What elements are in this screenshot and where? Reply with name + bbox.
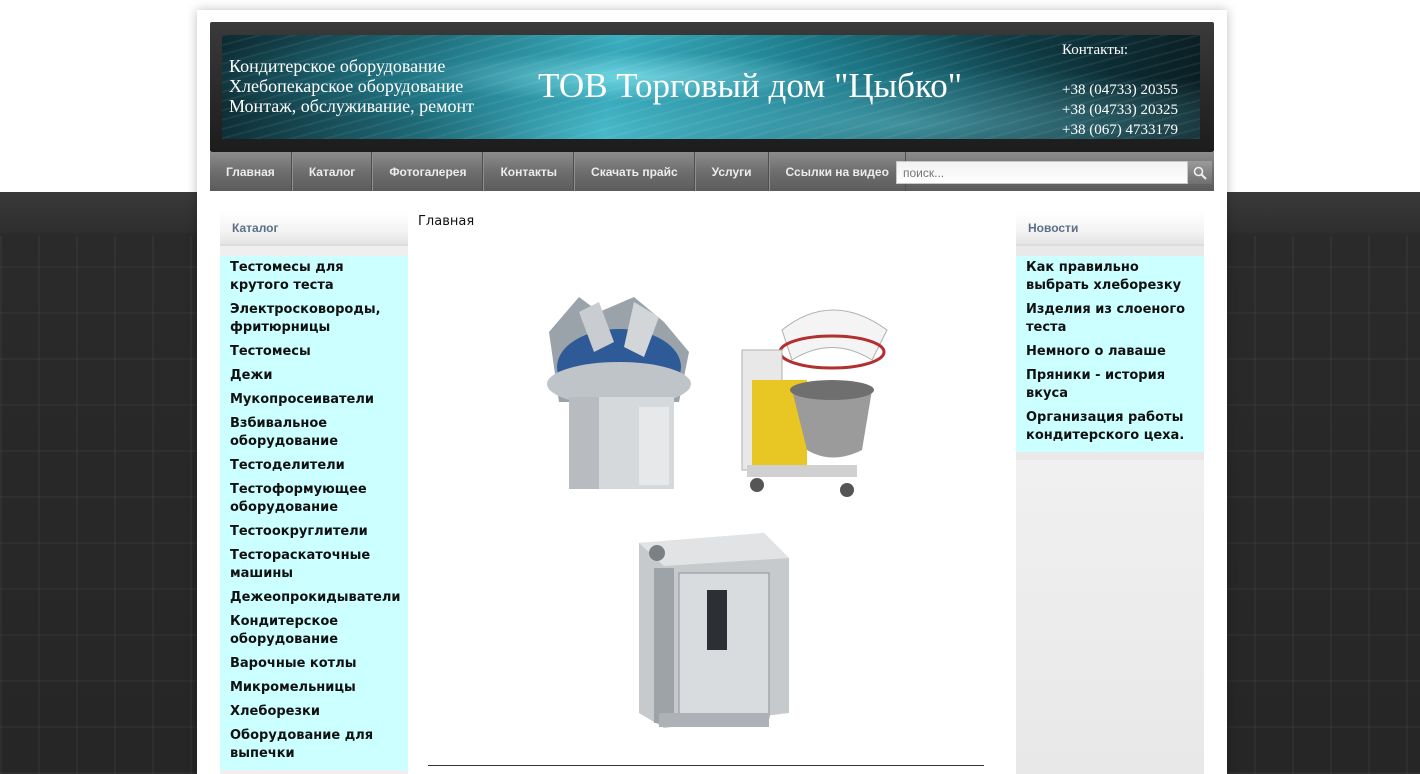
search-input[interactable]	[896, 161, 1188, 184]
catalog-item[interactable]: Тестомесы для крутого теста	[220, 256, 408, 298]
content-divider	[428, 765, 984, 766]
catalog-item[interactable]: Тестомесы	[220, 340, 408, 364]
catalog-item[interactable]: Варочные котлы	[220, 652, 408, 676]
dough-rounder-image	[547, 297, 691, 489]
catalog-item[interactable]: Электросковороды, фритюрницы	[220, 298, 408, 340]
tagline-line: Кондитерское оборудование	[229, 56, 446, 76]
news-item[interactable]: Организация работы кондитерского цеха.	[1016, 406, 1204, 448]
catalog-item[interactable]: Оборудование для выпечки	[220, 724, 408, 766]
catalog-item[interactable]: Тестоокруглители	[220, 520, 408, 544]
header-tagline: Кондитерское оборудование Хлебопекарское…	[229, 56, 529, 116]
catalog-item[interactable]: Хлеборезки	[220, 700, 408, 724]
nav-item-download-price[interactable]: Скачать прайс	[574, 152, 695, 191]
spiral-mixer-image	[741, 309, 888, 497]
contacts-title: Контакты:	[1062, 42, 1129, 58]
tagline-line: Хлебопекарское оборудование	[229, 76, 464, 96]
catalog-item[interactable]: Дежи	[220, 364, 408, 388]
rack-oven-image	[639, 533, 789, 728]
catalog-heading: Каталог	[220, 212, 408, 246]
news-item[interactable]: Как правильно выбрать хлеборезку	[1016, 256, 1204, 298]
catalog-item[interactable]: Кондитерское оборудование	[220, 610, 408, 652]
magnifier-icon	[1193, 166, 1207, 180]
nav-item-catalog[interactable]: Каталог	[291, 152, 373, 191]
nav-item-gallery[interactable]: Фотогалерея	[372, 152, 484, 191]
catalog-menu: Тестомесы для крутого теста Электросково…	[220, 256, 408, 770]
catalog-item[interactable]: Тестоформующее оборудование	[220, 478, 408, 520]
news-heading: Новости	[1016, 212, 1204, 246]
news-list: Как правильно выбрать хлеборезку Изделия…	[1016, 256, 1204, 452]
main-content: Главная	[417, 212, 1006, 774]
catalog-item[interactable]: Дежеопрокидыватели	[220, 586, 408, 610]
contact-phone: +38 (04733) 20325	[1062, 102, 1178, 118]
breadcrumb: Главная	[418, 214, 475, 229]
nav-item-home[interactable]: Главная	[210, 152, 292, 191]
tagline-line: Монтаж, обслуживание, ремонт	[229, 96, 475, 116]
nav-item-contacts[interactable]: Контакты	[483, 152, 575, 191]
search-box	[896, 161, 1212, 184]
news-item[interactable]: Немного о лаваше	[1016, 340, 1204, 364]
catalog-item[interactable]: Взбивальное оборудование	[220, 412, 408, 454]
contact-phone: +38 (067) 4733179	[1062, 122, 1178, 138]
catalog-item[interactable]: Микромельницы	[220, 676, 408, 700]
site-title: ТОВ Торговый дом "Цыбко"	[538, 66, 962, 105]
news-item[interactable]: Изделия из слоеного теста	[1016, 298, 1204, 340]
catalog-item[interactable]: Тестораскаточные машины	[220, 544, 408, 586]
right-panel-background	[1016, 460, 1204, 774]
catalog-item[interactable]: Мукопросеиватели	[220, 388, 408, 412]
catalog-sidebar: Каталог Тестомесы для крутого теста Элек…	[220, 212, 408, 774]
catalog-item[interactable]: Тестоделители	[220, 454, 408, 478]
news-item[interactable]: Пряники - история вкуса	[1016, 364, 1204, 406]
contact-phone: +38 (04733) 20355	[1062, 82, 1178, 98]
search-button[interactable]	[1188, 161, 1212, 184]
nav-item-video-links[interactable]: Ссылки на видео	[768, 152, 906, 191]
header-contacts: Контакты: +38 (04733) 20355 +38 (04733) …	[1062, 40, 1202, 140]
nav-item-services[interactable]: Услуги	[694, 152, 769, 191]
news-sidebar: Новости Как правильно выбрать хлеборезку…	[1016, 212, 1204, 460]
